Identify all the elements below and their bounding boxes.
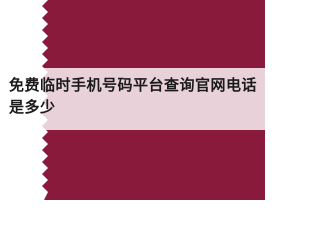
article-thumbnail: 免费临时手机号码平台查询官网电话是多少 (0, 0, 265, 200)
article-title: 免费临时手机号码平台查询官网电话是多少 (9, 76, 258, 116)
